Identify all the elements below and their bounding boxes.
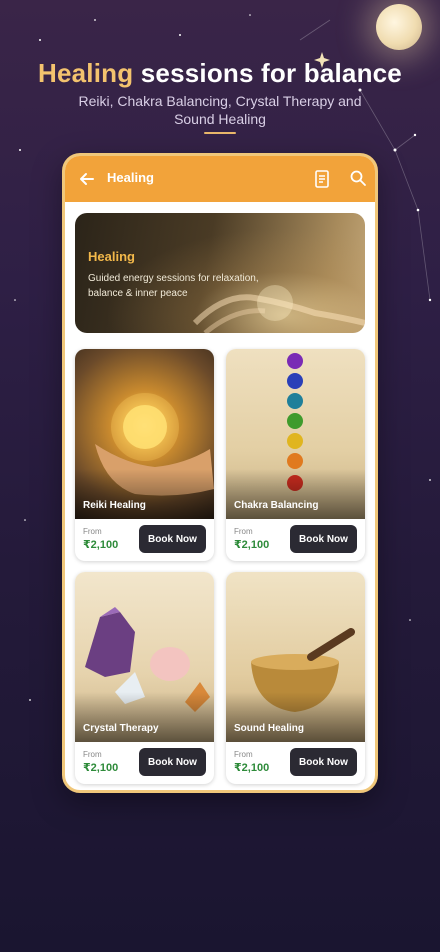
search-icon[interactable] <box>349 169 367 187</box>
book-now-button[interactable]: Book Now <box>139 748 206 776</box>
service-card-crystal[interactable]: Crystal Therapy From ₹2,100 Book Now <box>75 572 214 784</box>
service-card-sound[interactable]: Sound Healing From ₹2,100 Book Now <box>226 572 365 784</box>
price-value: ₹2,100 <box>83 762 119 774</box>
price-from-label: From <box>234 527 253 536</box>
price-from-label: From <box>83 527 102 536</box>
service-card-chakra[interactable]: Chakra Balancing From ₹2,100 Book Now <box>226 349 365 561</box>
card-title: Chakra Balancing <box>234 500 319 511</box>
hero-title: Healing <box>88 249 135 264</box>
price-from-label: From <box>234 750 253 759</box>
price-from-label: From <box>83 750 102 759</box>
phone-mockup: Healing Healing Guided energy sessions f… <box>62 153 378 793</box>
hero-banner: Healing Guided energy sessions for relax… <box>75 213 365 333</box>
book-now-button[interactable]: Book Now <box>290 748 357 776</box>
price-value: ₹2,100 <box>234 762 270 774</box>
card-title: Sound Healing <box>234 723 304 734</box>
service-card-reiki[interactable]: Reiki Healing From ₹2,100 Book Now <box>75 349 214 561</box>
singing-bowl-image <box>226 572 365 742</box>
book-icon[interactable] <box>313 169 331 189</box>
promo-subtitle: Reiki, Chakra Balancing, Crystal Therapy… <box>78 93 362 127</box>
page-title: Healing <box>107 170 154 185</box>
reiki-image <box>75 349 214 519</box>
hero-description: Guided energy sessions for relaxation, b… <box>88 273 259 299</box>
app-bar: Healing <box>65 156 375 202</box>
promo-title-rest: sessions for balance <box>140 58 402 88</box>
card-title: Reiki Healing <box>83 500 146 511</box>
promo-divider <box>204 132 236 134</box>
price-value: ₹2,100 <box>83 539 119 551</box>
book-now-button[interactable]: Book Now <box>139 525 206 553</box>
card-title: Crystal Therapy <box>83 723 159 734</box>
crystal-image <box>75 572 214 742</box>
promo-title-accent: Healing <box>38 58 134 88</box>
arrow-left-icon[interactable] <box>77 169 97 189</box>
book-now-button[interactable]: Book Now <box>290 525 357 553</box>
price-value: ₹2,100 <box>234 539 270 551</box>
chakra-image <box>226 349 365 519</box>
promo-title: Healing sessions for balance <box>0 58 440 89</box>
